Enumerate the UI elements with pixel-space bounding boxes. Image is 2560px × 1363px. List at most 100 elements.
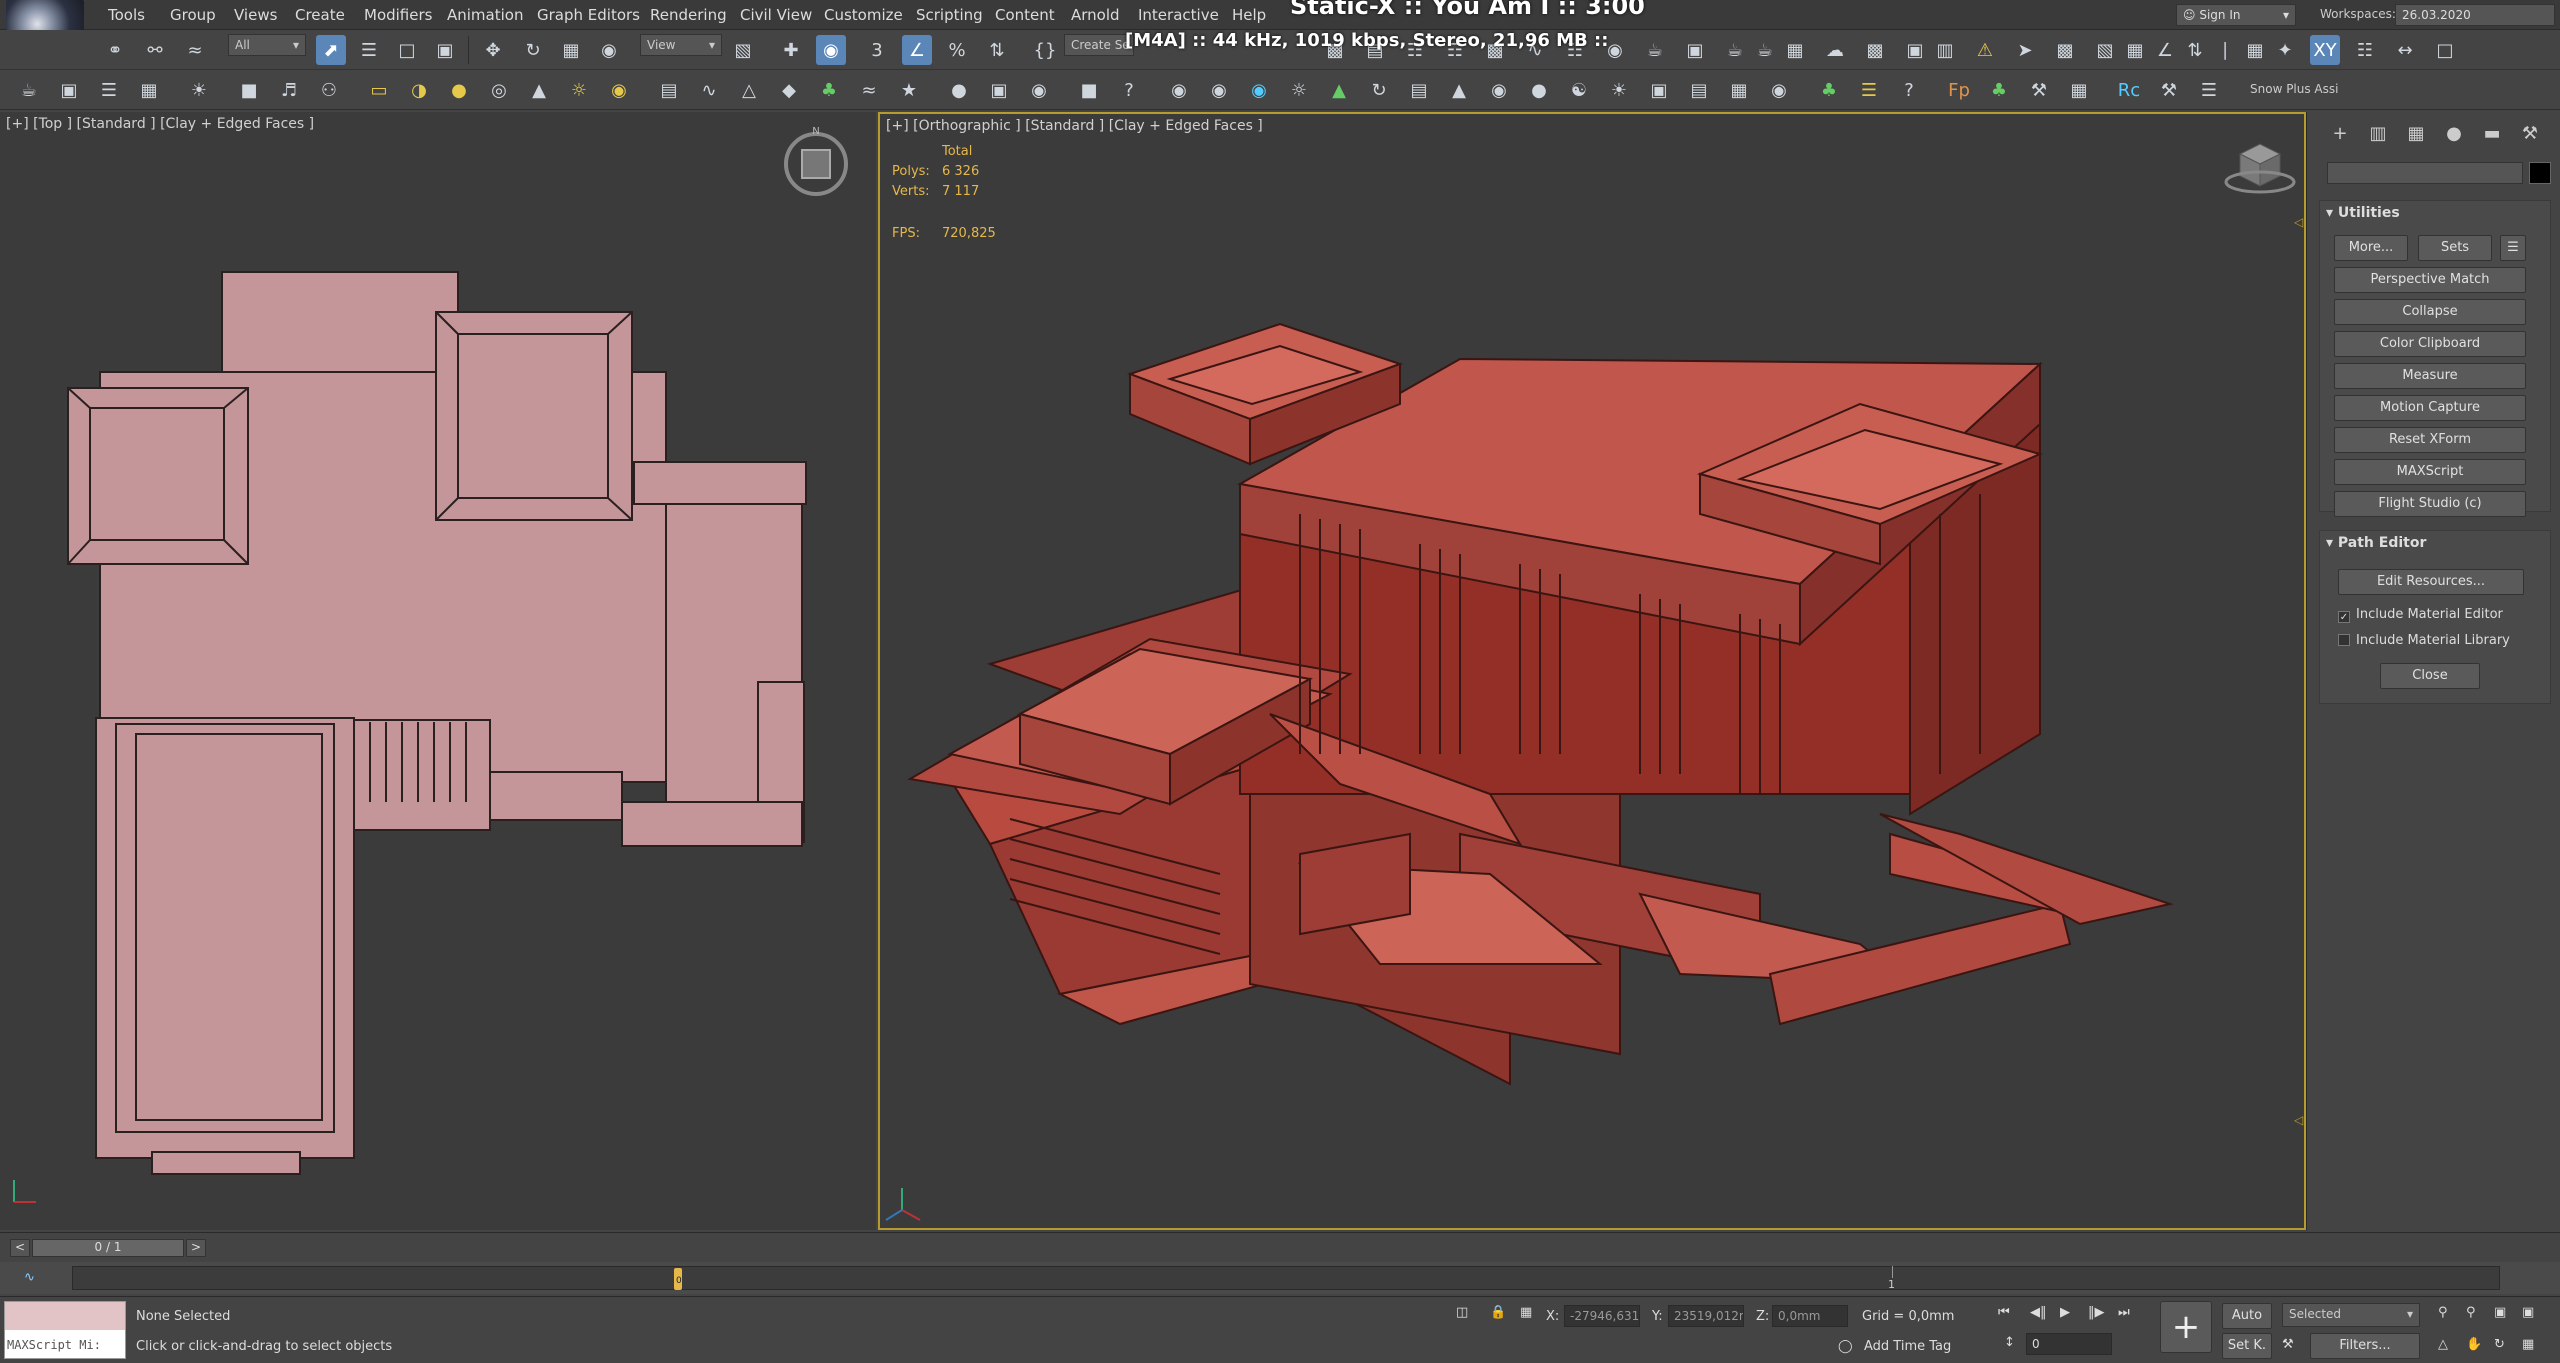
render-production-icon[interactable]: ☕ — [1720, 35, 1750, 65]
zoom-icon[interactable]: ⚲ — [2438, 1305, 2448, 1320]
place-icon[interactable]: ◉ — [594, 35, 624, 65]
box-tool-icon[interactable]: ■ — [1074, 75, 1104, 105]
shell-icon[interactable]: ◆ — [774, 75, 804, 105]
viewport-top[interactable]: [+] [Top ] [Standard ] [Clay + Edged Fac… — [0, 112, 876, 1230]
spray-icon[interactable]: ≈ — [854, 75, 884, 105]
set-key-big-icon[interactable]: + — [2160, 1301, 2212, 1353]
sphere-primitive-icon[interactable]: ● — [444, 75, 474, 105]
curve-editor-mini-icon[interactable]: ∿ — [24, 1270, 35, 1285]
edit-named-selection-icon[interactable]: {} — [1030, 35, 1060, 65]
image-icon[interactable]: ▣ — [984, 75, 1014, 105]
target-icon[interactable]: ▦ — [1724, 75, 1754, 105]
list-icon[interactable]: ☰ — [1854, 75, 1884, 105]
close-button[interactable]: Close — [2380, 663, 2480, 689]
bulb-2-icon[interactable]: ☀ — [1604, 75, 1634, 105]
render-iterative-icon[interactable]: ☕ — [1750, 35, 1780, 65]
swirl-icon[interactable]: ★ — [894, 75, 924, 105]
snaps-panel-icon[interactable]: ▧ — [2090, 35, 2120, 65]
viewcube-icon[interactable] — [2224, 143, 2296, 194]
group-icon[interactable]: ⚇ — [314, 75, 344, 105]
table-icon[interactable]: ▦ — [134, 75, 164, 105]
axis-constraint-icon[interactable]: XY — [2310, 35, 2340, 65]
zoom-extents-all-icon[interactable]: ▣ — [2522, 1305, 2534, 1320]
isolate-icon[interactable]: ◫ — [1456, 1305, 1468, 1320]
sign-in-dropdown[interactable]: ☺ Sign In ▾ — [2176, 4, 2296, 26]
menu-help[interactable]: Help — [1232, 6, 1266, 24]
book-icon[interactable]: ▤ — [1404, 75, 1434, 105]
flight-studio-button[interactable]: Flight Studio (c) — [2334, 491, 2526, 517]
filters-button[interactable]: Filters... — [2310, 1333, 2420, 1359]
menu-content[interactable]: Content — [995, 6, 1055, 24]
camera-icon[interactable]: ◉ — [1024, 75, 1054, 105]
hierarchy-tab-icon[interactable]: ▦ — [2401, 120, 2431, 148]
motion-tab-icon[interactable]: ● — [2439, 120, 2469, 148]
omni-light-icon[interactable]: ◉ — [604, 75, 634, 105]
snap-edge-icon[interactable]: ∣ — [2210, 35, 2240, 65]
pan-icon[interactable]: ✋ — [2466, 1337, 2482, 1352]
menu-modifiers[interactable]: Modifiers — [364, 6, 432, 24]
menu-arnold[interactable]: Arnold — [1071, 6, 1120, 24]
menu-civil-view[interactable]: Civil View — [740, 6, 812, 24]
snow-plus-label[interactable]: Snow Plus Assi — [2250, 82, 2338, 96]
plant-icon[interactable]: ♣ — [1984, 75, 2014, 105]
z-coordinate-field[interactable]: 0,0mm — [1772, 1305, 1848, 1327]
create-tab-icon[interactable]: + — [2325, 120, 2355, 148]
add-time-tag[interactable]: Add Time Tag — [1864, 1339, 1951, 1354]
light-bulb-icon[interactable]: ◉ — [1244, 75, 1274, 105]
layers-icon[interactable]: ☰ — [2194, 75, 2224, 105]
menu-tools[interactable]: Tools — [108, 6, 145, 24]
reference-coordinate-dropdown[interactable]: View ▾ — [640, 34, 722, 56]
rendered-frame-window-icon[interactable]: ▣ — [1680, 35, 1710, 65]
key-filter-dropdown[interactable]: Selected ▾ — [2282, 1303, 2420, 1327]
spreadsheet-icon[interactable]: ▦ — [2064, 75, 2094, 105]
rotate-icon[interactable]: ↻ — [518, 35, 548, 65]
link-icon[interactable]: ⚭ — [100, 35, 130, 65]
modify-tab-icon[interactable]: ▥ — [2363, 120, 2393, 148]
wrench-icon[interactable]: ⚒ — [2154, 75, 2184, 105]
render-in-cloud-icon[interactable]: ☁ — [1820, 35, 1850, 65]
goto-end-icon[interactable]: ⏭ — [2118, 1305, 2130, 1320]
prev-key-icon[interactable]: ◀‖ — [2030, 1305, 2047, 1320]
forest-icon[interactable]: ♣ — [1814, 75, 1844, 105]
percent-snap-icon[interactable]: % — [942, 35, 972, 65]
snap-face-icon[interactable]: ▦ — [2240, 35, 2270, 65]
tree-icon[interactable]: ♣ — [814, 75, 844, 105]
sound-icon[interactable]: ♬ — [274, 75, 304, 105]
object-props-icon[interactable]: ■ — [234, 75, 264, 105]
color-clipboard-button[interactable]: Color Clipboard — [2334, 331, 2526, 357]
menu-group[interactable]: Group — [170, 6, 216, 24]
menu-graph-editors[interactable]: Graph Editors — [537, 6, 640, 24]
menu-interactive[interactable]: Interactive — [1138, 6, 1219, 24]
include-material-library-checkbox[interactable]: Include Material Library — [2338, 633, 2510, 648]
utilities-header[interactable]: ▾ Utilities — [2320, 201, 2550, 225]
unlink-icon[interactable]: ⚯ — [140, 35, 170, 65]
video-camera-2-icon[interactable]: ◉ — [1204, 75, 1234, 105]
menu-views[interactable]: Views — [234, 6, 277, 24]
viewport-orthographic[interactable]: [+] [Orthographic ] [Standard ] [Clay + … — [878, 112, 2306, 1230]
container-icon[interactable]: ▩ — [2050, 35, 2080, 65]
track-bar[interactable]: ∿ 0 1 — [0, 1262, 2560, 1294]
named-selection-set-dropdown[interactable]: Create Se — [1064, 34, 1134, 56]
angle-snap-icon[interactable]: ∠ — [902, 35, 932, 65]
name-field[interactable] — [2327, 162, 2523, 184]
maxscript-button[interactable]: MAXScript — [2334, 459, 2526, 485]
tree-2-icon[interactable]: ▲ — [1444, 75, 1474, 105]
field-of-view-icon[interactable]: △ — [2438, 1337, 2448, 1352]
scale-icon[interactable]: ▦ — [556, 35, 586, 65]
cone-icon[interactable]: ▲ — [1324, 75, 1354, 105]
sun-icon[interactable]: ☼ — [1284, 75, 1314, 105]
spinner-snap-icon[interactable]: ⇅ — [982, 35, 1012, 65]
rectangular-selection-icon[interactable]: □ — [392, 35, 422, 65]
cylinder-primitive-icon[interactable]: ◑ — [404, 75, 434, 105]
absolute-mode-icon[interactable]: ▦ — [1520, 1305, 1532, 1320]
perspective-match-button[interactable]: Perspective Match — [2334, 267, 2526, 293]
dotted-select-icon[interactable]: □ — [2430, 35, 2460, 65]
lock-icon[interactable]: 🔒 — [1490, 1305, 1506, 1320]
play-icon[interactable]: ▶ — [2060, 1305, 2070, 1320]
teapot-icon[interactable]: ☕ — [14, 75, 44, 105]
arnold-logo-icon[interactable]: ▥ — [1930, 35, 1960, 65]
yinyang-icon[interactable]: ☯ — [1564, 75, 1594, 105]
bulb-icon[interactable]: ☀ — [184, 75, 214, 105]
sun-light-icon[interactable]: ☼ — [564, 75, 594, 105]
move-icon[interactable]: ✥ — [478, 35, 508, 65]
